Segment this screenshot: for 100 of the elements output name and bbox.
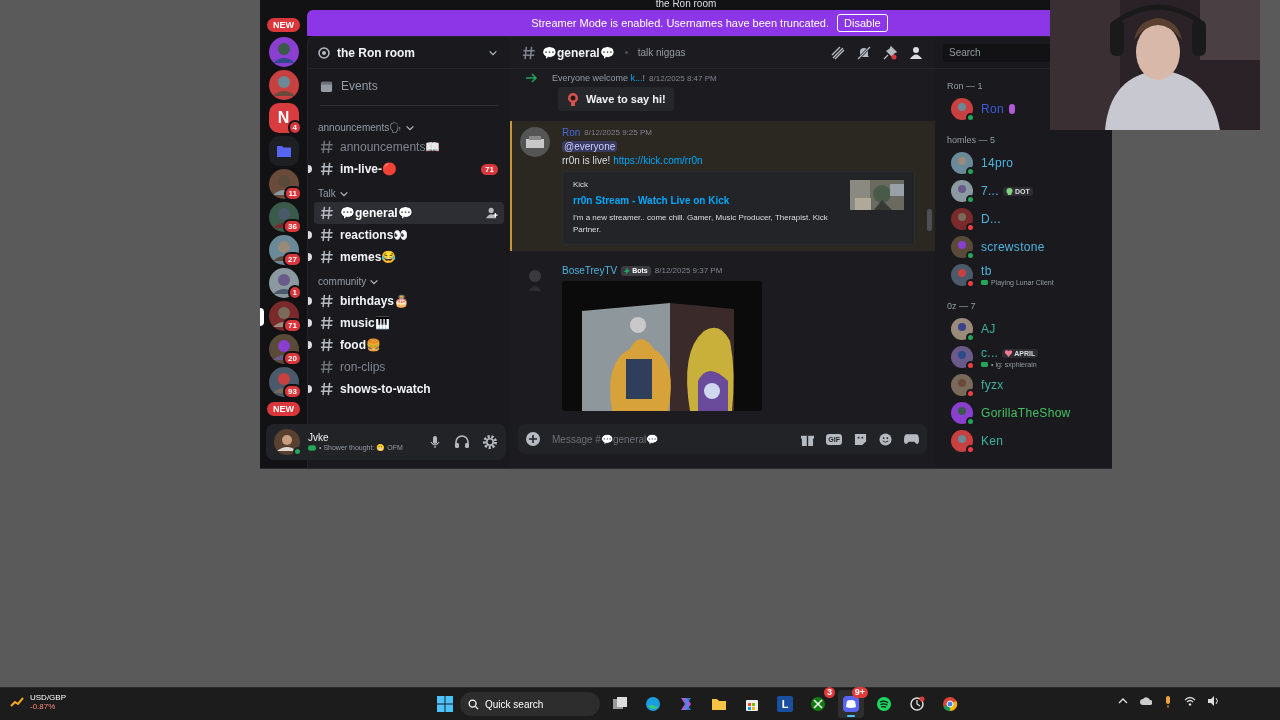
- settings-icon[interactable]: [482, 434, 498, 450]
- threads-icon[interactable]: [831, 45, 845, 60]
- notification-badge: 3: [824, 687, 835, 698]
- hash-icon: [320, 250, 334, 264]
- hash-icon: [320, 316, 334, 330]
- emoji-icon[interactable]: [879, 432, 892, 446]
- notification-badge: 9+: [851, 687, 868, 698]
- active-indicator: [847, 715, 855, 717]
- member-item[interactable]: Ken: [945, 427, 1010, 455]
- calendar-icon: [320, 79, 333, 93]
- add-member-icon[interactable]: [486, 207, 498, 219]
- hash-icon: [320, 382, 334, 396]
- channel-item[interactable]: reactions👀: [314, 224, 504, 246]
- stock-widget[interactable]: USD/GBP -0.87%: [10, 693, 66, 711]
- mention-badge: 71: [481, 163, 498, 175]
- hash-icon: [522, 45, 536, 60]
- search-field[interactable]: Search: [943, 43, 1053, 62]
- disable-button[interactable]: Disable: [837, 14, 888, 32]
- unread-indicator: [308, 385, 312, 393]
- member-name: screwstone: [981, 240, 1045, 254]
- mention-badge: 71: [283, 318, 302, 333]
- member-avatar: [951, 236, 973, 258]
- channel-item[interactable]: 💬general💬: [314, 202, 504, 224]
- controller-icon: [308, 445, 316, 451]
- unread-indicator: [308, 231, 312, 239]
- channel-item[interactable]: shows-to-watch: [314, 378, 504, 400]
- member-item[interactable]: GorillaTheShow: [945, 399, 1077, 427]
- embed-title[interactable]: rr0n Stream - Watch Live on Kick: [573, 195, 840, 206]
- skull-icon: [1005, 187, 1013, 195]
- hash-icon: [320, 338, 334, 352]
- member-item[interactable]: fyzx: [945, 371, 1010, 399]
- embed-description: I'm a new streamer.. come chill. Gamer, Music Producer, Therapist. Kick Partner.: [573, 212, 829, 236]
- heart-icon: [1005, 349, 1013, 357]
- member-avatar: [951, 430, 973, 452]
- member-name: D...: [981, 212, 1001, 226]
- channel-topic: talk niggas: [637, 47, 687, 58]
- headphones-icon[interactable]: [454, 434, 470, 450]
- app-icon: [645, 696, 661, 712]
- chart-up-icon: [10, 695, 24, 709]
- channel-name: im-live-🔴: [340, 162, 398, 176]
- wave-sticker-icon: [566, 92, 580, 106]
- folder-icon: [711, 696, 727, 712]
- member-name: Ron: [981, 102, 1004, 116]
- channel-name: shows-to-watch: [340, 382, 432, 396]
- member-name: GorillaTheShow: [981, 406, 1071, 420]
- unread-indicator: [308, 165, 312, 173]
- microphone-icon: [1164, 696, 1172, 708]
- search-icon: [468, 698, 479, 710]
- sticker-icon[interactable]: [854, 432, 867, 446]
- channel-item[interactable]: memes😂: [314, 246, 504, 268]
- author-avatar: [520, 127, 550, 157]
- category-label[interactable]: announcements🗣: [318, 122, 403, 133]
- channel-item[interactable]: food🍔: [314, 334, 504, 356]
- member-name: tb: [981, 264, 992, 278]
- unread-indicator: [308, 319, 312, 327]
- start-icon[interactable]: [437, 696, 453, 712]
- server-icon[interactable]: [268, 268, 299, 298]
- channel-name: food🍔: [340, 338, 382, 352]
- speaker-icon: [1208, 696, 1220, 706]
- wave-button[interactable]: Wave to say hi!: [558, 87, 674, 111]
- channel-item[interactable]: announcements📖: [314, 136, 504, 158]
- stream-link[interactable]: https://kick.com/rr0n: [613, 155, 703, 166]
- pin-icon[interactable]: [883, 45, 897, 60]
- add-icon[interactable]: [526, 432, 540, 446]
- new-badge: NEW: [267, 402, 300, 416]
- member-name: 14pro: [981, 156, 1014, 170]
- server-folder[interactable]: [268, 136, 299, 166]
- join-arrow-icon: [526, 73, 538, 83]
- microphone-icon[interactable]: [428, 435, 442, 449]
- events-item[interactable]: Events: [308, 69, 510, 101]
- channel-item[interactable]: music🎹: [314, 312, 504, 334]
- mention-badge: 36: [283, 219, 302, 234]
- members-icon[interactable]: [909, 45, 923, 60]
- taskbar-app[interactable]: L: [772, 690, 798, 718]
- group-heading: homles — 5: [946, 134, 997, 147]
- hash-icon: [320, 206, 334, 220]
- new-badge: NEW: [267, 18, 300, 32]
- channel-name: reactions👀: [340, 228, 410, 242]
- app-icon: [678, 696, 694, 712]
- hash-icon: [320, 162, 334, 176]
- boost-icon: [318, 46, 330, 59]
- channel-name: announcements📖: [340, 140, 442, 154]
- embed-provider: Kick: [573, 180, 590, 189]
- everyone-mention: @everyone: [562, 141, 618, 152]
- member-item[interactable]: screwstone: [945, 233, 1051, 261]
- member-item[interactable]: AJ: [945, 315, 1002, 343]
- member-item[interactable]: D...: [945, 205, 1007, 233]
- channel-item[interactable]: im-live-🔴 71: [314, 158, 504, 180]
- channel-item[interactable]: birthdays🎂: [314, 290, 504, 312]
- bell-muted-icon[interactable]: [857, 45, 871, 60]
- member-name: c...: [981, 346, 999, 360]
- controller-icon[interactable]: [904, 433, 919, 445]
- app-icon: [843, 696, 859, 712]
- server-icon[interactable]: [268, 70, 299, 100]
- member-avatar: [951, 152, 973, 174]
- category-label[interactable]: community: [318, 276, 367, 287]
- channel-item[interactable]: ron-clips: [314, 356, 504, 378]
- member-item[interactable]: 14pro: [945, 149, 1020, 177]
- search-box[interactable]: Quick search: [460, 692, 600, 716]
- category-label[interactable]: Talk: [318, 188, 336, 199]
